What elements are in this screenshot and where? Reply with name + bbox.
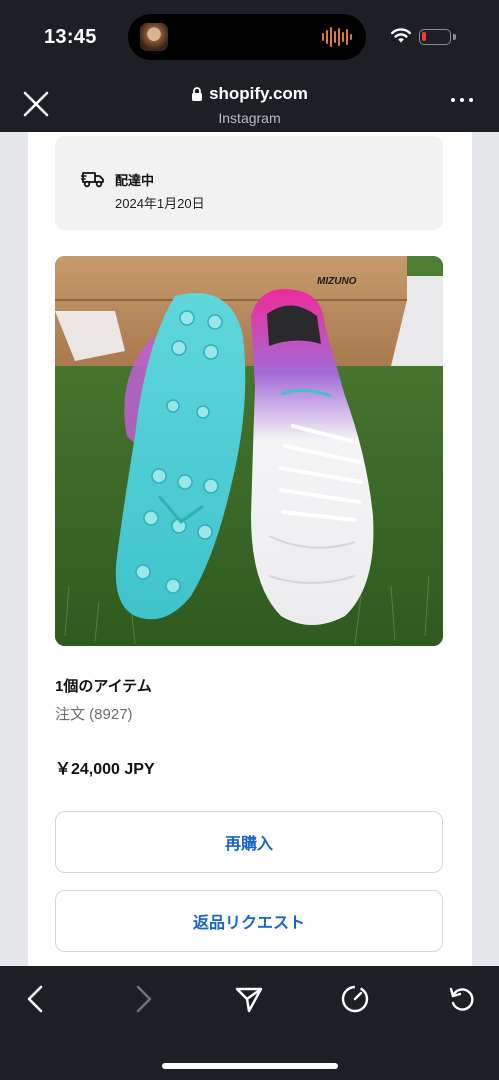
items-count: 1個のアイテム [55, 678, 152, 695]
order-number: 注文 (8927) [55, 706, 133, 723]
cleats-photo-illustration: MIZUNO [55, 256, 443, 646]
status-bar: 13:45 [0, 0, 499, 76]
delivery-date: 2024年1月20日 [115, 196, 205, 211]
more-icon[interactable] [451, 98, 473, 102]
url-text: shopify.com [209, 84, 308, 103]
dynamic-island-avatar [140, 23, 168, 51]
total-price: ￥24,000 JPY [55, 761, 155, 778]
audio-waveform-icon [322, 26, 352, 48]
url-line: shopify.com [191, 84, 308, 104]
lock-icon [192, 87, 203, 101]
return-request-button-label: 返品リクエスト [192, 915, 305, 932]
dynamic-island[interactable] [128, 14, 366, 60]
share-icon[interactable] [234, 984, 264, 1014]
delivery-truck-icon [81, 172, 104, 188]
battery-icon [419, 29, 451, 45]
address-area[interactable]: shopify.com Instagram [0, 84, 499, 126]
product-image[interactable]: MIZUNO [55, 256, 443, 646]
rebuy-button[interactable]: 再購入 [55, 811, 443, 873]
delivery-status: 配達中 [115, 173, 155, 188]
back-icon[interactable] [21, 984, 51, 1014]
source-app-label: Instagram [218, 110, 281, 126]
home-indicator[interactable] [162, 1063, 338, 1069]
web-content: 配達中 2024年1月20日 MIZUNO 1個のアイテム 注文 (8927) … [0, 132, 499, 966]
forward-icon[interactable] [128, 984, 158, 1014]
wifi-icon [391, 28, 411, 43]
reload-icon[interactable] [447, 984, 477, 1014]
browser-header: shopify.com Instagram [0, 76, 499, 132]
battery-level [422, 32, 426, 41]
delivery-status-box: 配達中 2024年1月20日 [55, 136, 443, 230]
battery-cap [453, 34, 456, 40]
status-time: 13:45 [44, 26, 97, 48]
timer-icon[interactable] [340, 984, 370, 1014]
return-request-button[interactable]: 返品リクエスト [55, 890, 443, 952]
svg-text:MIZUNO: MIZUNO [317, 276, 357, 287]
rebuy-button-label: 再購入 [224, 836, 273, 853]
order-card: 配達中 2024年1月20日 MIZUNO 1個のアイテム 注文 (8927) … [28, 132, 472, 966]
